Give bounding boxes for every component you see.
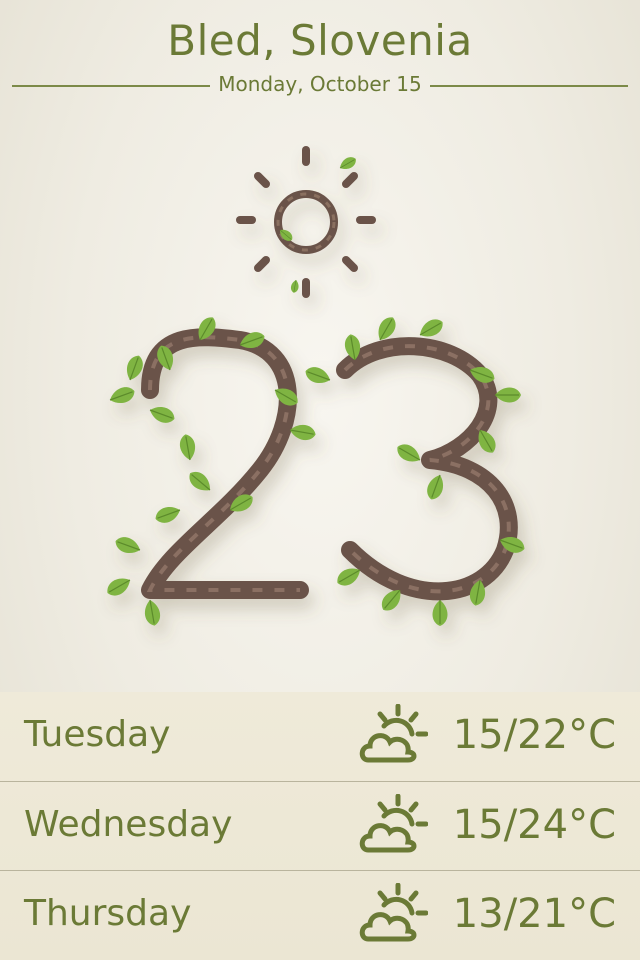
current-weather-illustration: 23: [103, 146, 528, 671]
current-weather: 23: [0, 130, 640, 690]
forecast-row-thursday[interactable]: Thursday 13/21°C: [0, 870, 640, 959]
forecast-day: Tuesday: [24, 714, 171, 755]
partly-cloudy-icon: [359, 704, 428, 763]
header-divider-right: [430, 85, 628, 87]
partly-cloudy-icon: [359, 883, 428, 942]
current-temperature-digits: [103, 313, 528, 628]
forecast-list: Tuesday 15/22°C Wednesday 15/24°C Thursd…: [0, 692, 640, 960]
current-temperature-value: 23: [319, 669, 321, 671]
forecast-temp: 15/24°C: [452, 802, 616, 848]
forecast-temp: 13/21°C: [452, 891, 616, 937]
header: Bled, Slovenia Monday, October 15: [0, 0, 640, 110]
forecast-row-wednesday[interactable]: Wednesday 15/24°C: [0, 781, 640, 870]
location-title: Bled, Slovenia: [167, 16, 473, 65]
sun-icon: [236, 146, 376, 298]
forecast-day: Thursday: [24, 893, 192, 934]
partly-cloudy-icon: [359, 794, 428, 853]
forecast-day: Wednesday: [24, 804, 233, 845]
current-date: Monday, October 15: [218, 72, 422, 96]
forecast-row-tuesday[interactable]: Tuesday 15/22°C: [0, 692, 640, 781]
forecast-temp: 15/22°C: [452, 712, 616, 758]
